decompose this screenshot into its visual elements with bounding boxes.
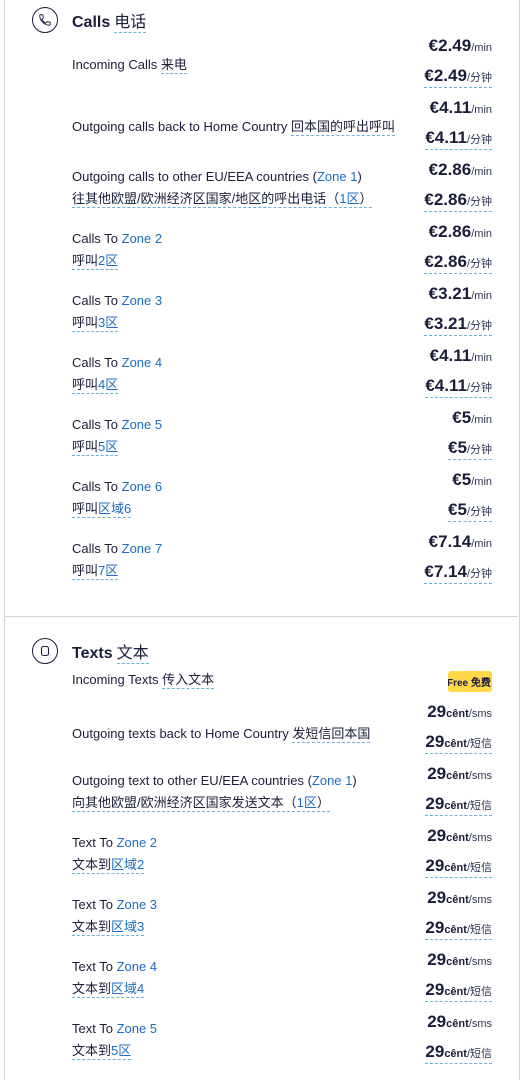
price-en: €3.21/min	[428, 284, 492, 303]
calls-title: Calls 电话	[72, 14, 147, 33]
zone-link-cn[interactable]: 4区	[98, 377, 118, 392]
incoming-texts-cn: 传入文本	[162, 672, 215, 689]
rate-label: Outgoing calls back to Home Country 回本国的…	[72, 119, 395, 136]
zone-link[interactable]: Zone 1	[312, 773, 352, 788]
zone-link-cn[interactable]: 1区	[339, 191, 359, 206]
rate-label: Text To Zone 3 文本到区域3	[72, 897, 158, 936]
rate-label: Outgoing calls to other EU/EEA countries…	[72, 169, 373, 208]
zone-link[interactable]: Zone 2	[122, 231, 162, 246]
rate-label: Text To Zone 5 文本到5区	[72, 1021, 158, 1060]
price-en: 29cênt/sms	[427, 1012, 492, 1031]
text-rate-row: Outgoing text to other EU/EEA countries …	[72, 764, 492, 830]
rate-label: Text To Zone 4 文本到区域4	[72, 959, 158, 998]
price-en: €7.14/min	[428, 532, 492, 551]
price-en: 29cênt/sms	[427, 826, 492, 845]
call-rate-row: Calls To Zone 2 呼叫2区 €2.86/min €2.86/分钟	[72, 222, 492, 288]
rate-label: Outgoing texts back to Home Country 发短信回…	[72, 726, 371, 743]
zone-link-cn[interactable]: 7区	[98, 563, 118, 578]
call-rate-row: Outgoing calls to other EU/EEA countries…	[72, 160, 492, 226]
call-rate-row: Calls To Zone 6 呼叫区域6 €5/min €5/分钟	[72, 470, 492, 536]
price-cn: 29cênt/短信	[425, 918, 492, 940]
zone-link-cn[interactable]: 区域3	[111, 919, 144, 934]
price-cn: €5/分钟	[448, 500, 492, 522]
rate-label: Calls To Zone 7 呼叫7区	[72, 541, 163, 580]
zone-link-cn[interactable]: 5区	[111, 1043, 131, 1058]
price-cn: €2.86/分钟	[424, 190, 492, 212]
message-icon	[32, 638, 58, 664]
zone-link-cn[interactable]: 2区	[98, 253, 118, 268]
price-cn: 29cênt/短信	[425, 1042, 492, 1064]
call-rate-row: Incoming Calls 来电 €2.49/min €2.49/分钟	[72, 36, 492, 102]
incoming-texts-row: Incoming Texts 传入文本 Free 免费	[72, 668, 492, 696]
text-rate-row: Text To Zone 4 文本到区域4 29cênt/sms 29cênt/短信	[72, 950, 492, 1016]
rate-label: Calls To Zone 5 呼叫5区	[72, 417, 163, 456]
cn-label: 来电	[160, 57, 187, 74]
texts-title: Texts 文本	[72, 645, 149, 664]
calls-header: Calls 电话	[32, 6, 147, 34]
price-en: 29cênt/sms	[427, 702, 492, 721]
call-rate-row: Calls To Zone 7 呼叫7区 €7.14/min €7.14/分钟	[72, 532, 492, 598]
rate-label: Calls To Zone 2 呼叫2区	[72, 231, 163, 270]
section-divider	[4, 616, 518, 617]
price-cn: 29cênt/短信	[425, 856, 492, 878]
zone-link-cn[interactable]: 3区	[98, 315, 118, 330]
texts-header: Texts 文本	[32, 637, 149, 665]
call-rate-row: Outgoing calls back to Home Country 回本国的…	[72, 98, 492, 164]
rate-label: Outgoing text to other EU/EEA countries …	[72, 773, 357, 812]
price-cn: €5/分钟	[448, 438, 492, 460]
price-cn: €4.11/分钟	[425, 376, 492, 398]
price-cn: €2.86/分钟	[424, 252, 492, 274]
zone-link-cn[interactable]: 区域2	[111, 857, 144, 872]
phone-icon	[32, 7, 58, 33]
price-en: €4.11/min	[429, 98, 492, 117]
cn-label: 回本国的呼出呼叫	[290, 119, 395, 136]
zone-link-cn[interactable]: 1区	[297, 795, 317, 810]
zone-link[interactable]: Zone 3	[117, 897, 157, 912]
zone-link-cn[interactable]: 区域4	[111, 981, 144, 996]
price-cn: €4.11/分钟	[425, 128, 492, 150]
rate-label: Calls To Zone 4 呼叫4区	[72, 355, 163, 394]
price-en: €4.11/min	[429, 346, 492, 365]
text-rate-row: Text To Zone 5 文本到5区 29cênt/sms 29cênt/短信	[72, 1012, 492, 1078]
zone-link[interactable]: Zone 4	[122, 355, 162, 370]
call-rate-row: Calls To Zone 5 呼叫5区 €5/min €5/分钟	[72, 408, 492, 474]
call-rate-row: Calls To Zone 4 呼叫4区 €4.11/min €4.11/分钟	[72, 346, 492, 412]
zone-link[interactable]: Zone 3	[122, 293, 162, 308]
price-en: €2.86/min	[428, 222, 492, 241]
price-cn: €2.49/分钟	[424, 66, 492, 88]
text-rate-row: Text To Zone 3 文本到区域3 29cênt/sms 29cênt/短信	[72, 888, 492, 954]
price-en: €2.49/min	[428, 36, 492, 55]
zone-link[interactable]: Zone 6	[122, 479, 162, 494]
call-rate-row: Calls To Zone 3 呼叫3区 €3.21/min €3.21/分钟	[72, 284, 492, 350]
text-rate-row: Outgoing texts back to Home Country 发短信回…	[72, 702, 492, 768]
price-cn: 29cênt/短信	[425, 732, 492, 754]
zone-link[interactable]: Zone 5	[122, 417, 162, 432]
cn-label: 发短信回本国	[292, 726, 371, 743]
price-en: €2.86/min	[428, 160, 492, 179]
price-cn: €3.21/分钟	[424, 314, 492, 336]
price-en: 29cênt/sms	[427, 888, 492, 907]
rate-label: Incoming Calls 来电	[72, 57, 187, 74]
price-en: €5/min	[452, 408, 492, 427]
zone-link[interactable]: Zone 1	[317, 169, 357, 184]
rate-label: Calls To Zone 3 呼叫3区	[72, 293, 163, 332]
zone-link[interactable]: Zone 5	[117, 1021, 157, 1036]
zone-link-cn[interactable]: 5区	[98, 439, 118, 454]
zone-link[interactable]: Zone 2	[117, 835, 157, 850]
rate-label: Text To Zone 2 文本到区域2	[72, 835, 158, 874]
zone-link[interactable]: Zone 7	[122, 541, 162, 556]
rate-label: Calls To Zone 6 呼叫区域6	[72, 479, 163, 518]
price-cn: 29cênt/短信	[425, 794, 492, 816]
text-rate-row: Text To Zone 2 文本到区域2 29cênt/sms 29cênt/短信	[72, 826, 492, 892]
price-en: 29cênt/sms	[427, 950, 492, 969]
price-en: €5/min	[452, 470, 492, 489]
zone-link[interactable]: Zone 4	[117, 959, 157, 974]
free-badge: Free 免费	[448, 671, 492, 692]
price-en: 29cênt/sms	[427, 764, 492, 783]
zone-link-cn[interactable]: 区域6	[98, 501, 131, 516]
price-cn: 29cênt/短信	[425, 980, 492, 1002]
price-cn: €7.14/分钟	[424, 562, 492, 584]
